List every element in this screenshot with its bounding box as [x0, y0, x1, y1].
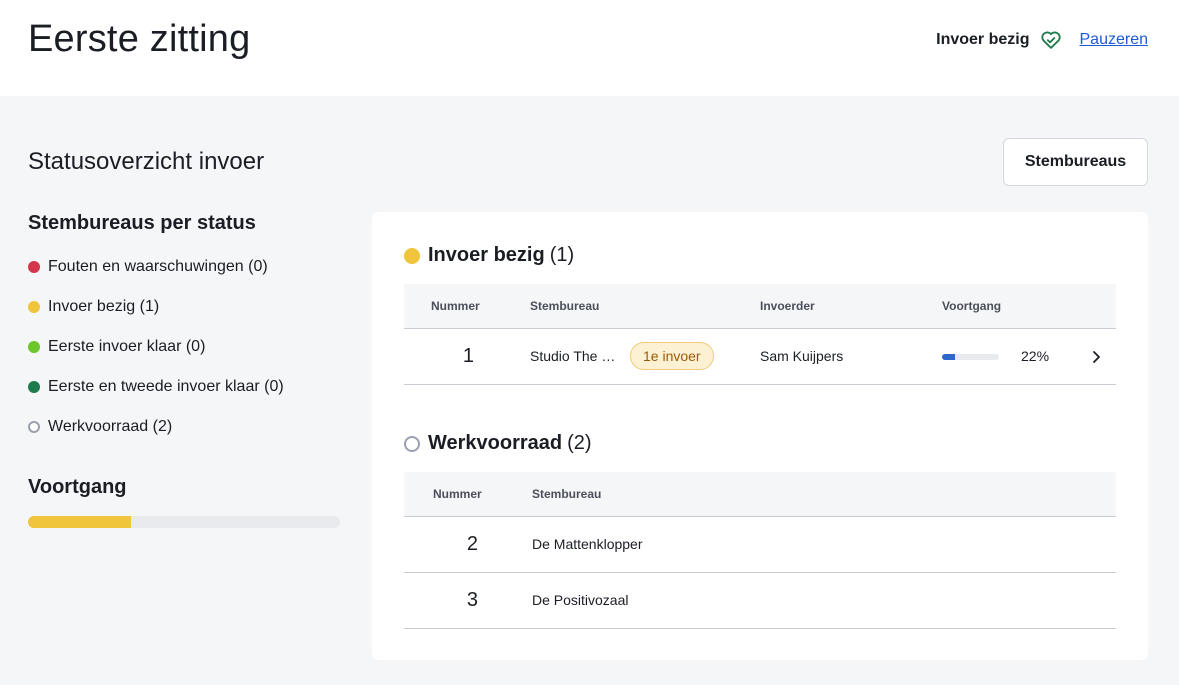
- legend-item-errors: Fouten en waarschuwingen (0): [28, 247, 340, 287]
- legend-label: Eerste invoer klaar (0): [48, 338, 206, 355]
- legend-item-in-progress: Invoer bezig (1): [28, 287, 340, 327]
- table-header-row: Nummer Stembureau Invoerder Voortgang: [404, 284, 1116, 328]
- legend-label: Fouten en waarschuwingen (0): [48, 258, 268, 275]
- session-status: Invoer bezig Pauzeren: [936, 28, 1148, 52]
- row-number: 1: [462, 344, 474, 367]
- yellow-dot-icon: [404, 247, 420, 264]
- hollow-dot-icon: [28, 421, 40, 433]
- legend-item-first-done: Eerste invoer klaar (0): [28, 327, 340, 367]
- legend-label: Werkvoorraad (2): [48, 418, 173, 435]
- row-progress: 22%: [920, 328, 1116, 384]
- group-heading-in-progress: Invoer bezig (1): [404, 244, 574, 267]
- group-name: Invoer bezig: [428, 244, 545, 266]
- table-row[interactable]: 1 Studio The R... 1e invoer Sam Kuijpers …: [404, 328, 1116, 384]
- table-row[interactable]: 3 De Positivozaal: [404, 572, 1116, 628]
- column-header: Stembureau: [530, 298, 600, 313]
- dark-green-dot-icon: [28, 381, 40, 393]
- overall-progress-fill: [28, 516, 131, 528]
- overall-progress-bar: [28, 516, 340, 528]
- table-row[interactable]: 2 De Mattenklopper: [404, 516, 1116, 572]
- row-number: 3: [466, 588, 478, 611]
- group-count: (2): [567, 432, 592, 454]
- stembureau-name: Studio The R...: [530, 348, 622, 364]
- progress-title: Voortgang: [28, 476, 127, 498]
- pause-link[interactable]: Pauzeren: [1080, 31, 1149, 49]
- group-name: Werkvoorraad: [428, 432, 563, 454]
- column-header: Nummer: [431, 298, 480, 313]
- backlog-table: Nummer Stembureau 2 De Mattenklopper 3 D…: [404, 472, 1116, 629]
- top-bar: Eerste zitting Invoer bezig Pauzeren: [0, 0, 1179, 96]
- chevron-right-icon[interactable]: [1091, 350, 1101, 364]
- heart-check-icon: [1040, 29, 1062, 51]
- status-legend: Stembureaus per status Fouten en waarsch…: [28, 212, 340, 447]
- row-progress-text: 22%: [1021, 347, 1050, 364]
- group-heading-backlog: Werkvoorraad (2): [404, 432, 592, 455]
- row-user: Sam Kuijpers: [760, 348, 844, 364]
- row-stembureau: De Mattenklopper: [532, 536, 643, 552]
- row-stembureau: De Positivozaal: [532, 592, 629, 608]
- column-header: Stembureau: [532, 486, 602, 501]
- hollow-dot-icon: [404, 435, 420, 452]
- legend-item-both-done: Eerste en tweede invoer klaar (0): [28, 367, 340, 407]
- group-count: (1): [549, 244, 575, 266]
- table-header-row: Nummer Stembureau: [404, 472, 1116, 516]
- column-header: Voortgang: [942, 298, 1002, 313]
- session-status-label: Invoer bezig: [936, 31, 1030, 48]
- row-progress-bar: [942, 354, 999, 361]
- stembureaus-button[interactable]: Stembureaus: [1003, 138, 1148, 186]
- in-progress-table: Nummer Stembureau Invoerder Voortgang 1 …: [404, 284, 1116, 385]
- row-progress-fill: [942, 354, 955, 361]
- row-stembureau: Studio The R... 1e invoer: [508, 328, 738, 384]
- section-title: Statusoverzicht invoer: [28, 148, 265, 175]
- column-header: Invoerder: [760, 298, 815, 313]
- page-title: Eerste zitting: [28, 18, 251, 60]
- status-panel: Invoer bezig (1) Nummer Stembureau Invoe…: [372, 212, 1148, 660]
- legend-label: Eerste en tweede invoer klaar (0): [48, 378, 284, 395]
- legend-label: Invoer bezig (1): [48, 298, 160, 315]
- entry-badge: 1e invoer: [630, 342, 714, 370]
- green-dot-icon: [28, 341, 40, 353]
- legend-item-backlog: Werkvoorraad (2): [28, 407, 340, 447]
- red-dot-icon: [28, 261, 40, 273]
- yellow-dot-icon: [28, 301, 40, 313]
- column-header: Nummer: [433, 486, 482, 501]
- legend-title: Stembureaus per status: [28, 212, 256, 234]
- row-number: 2: [466, 532, 478, 555]
